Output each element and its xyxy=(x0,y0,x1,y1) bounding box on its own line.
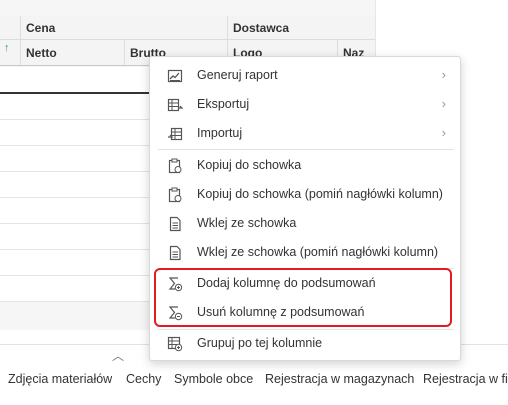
tab-cechy[interactable]: Cechy xyxy=(126,366,161,392)
export-icon xyxy=(167,97,183,113)
menu-item-label: Kopiuj do schowka (pomiń nagłówki kolumn… xyxy=(197,187,443,201)
detail-tabs: Zdjęcia materiałów Cechy Symbole obce Re… xyxy=(0,366,508,392)
tab-symbole-obce[interactable]: Symbole obce xyxy=(174,366,253,392)
menu-item-kopiuj-bez-naglowkow[interactable]: Kopiuj do schowka (pomiń nagłówki kolumn… xyxy=(150,180,460,209)
chevron-right-icon: › xyxy=(441,96,446,111)
clipboard-copy-icon xyxy=(167,158,183,174)
menu-item-label: Importuj xyxy=(197,126,243,140)
paste-icon xyxy=(167,216,183,232)
menu-item-label: Generuj raport xyxy=(197,68,278,82)
chevron-up-icon[interactable]: ︿ xyxy=(112,347,124,364)
tab-rejestracja-w-firmach[interactable]: Rejestracja w fir xyxy=(423,366,508,392)
tab-zdjecia-materialow[interactable]: Zdjęcia materiałów xyxy=(8,366,112,392)
menu-item-eksportuj[interactable]: Eksportuj › xyxy=(150,90,460,119)
column-header-netto[interactable]: Netto xyxy=(20,40,124,65)
menu-item-dodaj-do-podsumowan[interactable]: Dodaj kolumnę do podsumowań xyxy=(150,269,460,298)
menu-item-kopiuj-do-schowka[interactable]: Kopiuj do schowka xyxy=(150,151,460,180)
menu-item-grupuj[interactable]: Grupuj po tej kolumnie xyxy=(150,329,460,358)
paste-icon xyxy=(167,245,183,261)
group-header-row: Cena Dostawca xyxy=(0,16,375,40)
menu-item-wklej-ze-schowka[interactable]: Wklej ze schowka xyxy=(150,209,460,238)
group-header-cena[interactable]: Cena xyxy=(20,16,227,39)
menu-item-label: Dodaj kolumnę do podsumowań xyxy=(197,276,376,290)
menu-item-label: Grupuj po tej kolumnie xyxy=(197,336,323,350)
context-menu: Generuj raport › Eksportuj › Importuj › … xyxy=(149,56,461,361)
sum-add-icon xyxy=(167,276,183,292)
menu-item-label: Usuń kolumnę z podsumowań xyxy=(197,305,365,319)
sort-arrow-icon[interactable]: ↑ xyxy=(4,42,10,54)
menu-item-generuj-raport[interactable]: Generuj raport › xyxy=(150,61,460,90)
menu-item-label: Kopiuj do schowka xyxy=(197,158,302,172)
chevron-right-icon: › xyxy=(441,125,446,140)
menu-item-usun-z-podsumowan[interactable]: Usuń kolumnę z podsumowań xyxy=(150,298,460,327)
menu-separator xyxy=(158,149,454,150)
menu-item-label: Wklej ze schowka (pomiń nagłówki kolumn) xyxy=(197,245,439,259)
group-header-dostawca[interactable]: Dostawca xyxy=(227,16,375,39)
report-icon xyxy=(167,68,183,84)
sum-remove-icon xyxy=(167,305,183,321)
group-icon xyxy=(167,336,183,352)
chevron-right-icon: › xyxy=(441,67,446,82)
tab-rejestracja-w-magazynach[interactable]: Rejestracja w magazynach xyxy=(265,366,414,392)
clipboard-copy-icon xyxy=(167,187,183,203)
menu-item-importuj[interactable]: Importuj › xyxy=(150,119,460,148)
menu-item-label: Wklej ze schowka xyxy=(197,216,297,230)
menu-item-label: Eksportuj xyxy=(197,97,250,111)
import-icon xyxy=(167,126,183,142)
menu-item-wklej-bez-naglowkow[interactable]: Wklej ze schowka (pomiń nagłówki kolumn) xyxy=(150,238,460,267)
